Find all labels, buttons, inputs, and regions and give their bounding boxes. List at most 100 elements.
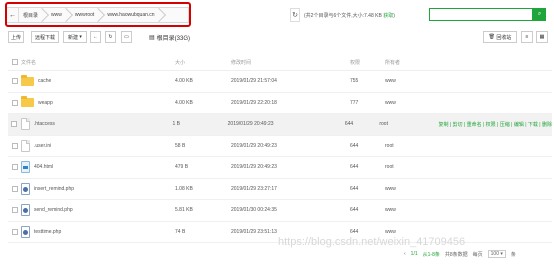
file-icon	[21, 139, 30, 152]
per-page-label: 每页	[472, 251, 483, 258]
row-actions[interactable]: 复制 | 剪切 | 重命名 | 权限 | 压缩 | 编辑 | 下载 | 删除	[438, 121, 552, 128]
upload-button[interactable]: 上传	[8, 31, 24, 43]
file-name[interactable]: .htaccess	[34, 121, 55, 127]
file-perm: 755	[350, 78, 359, 85]
row-checkbox[interactable]	[11, 207, 18, 214]
php-file-icon	[21, 182, 30, 195]
file-mtime: 2019/01/29 20:49:23	[231, 142, 277, 149]
row-checkbox[interactable]	[11, 164, 18, 171]
table-row[interactable]: .htaccess 1 B 2019/01/29 20:49:23 644 ro…	[8, 114, 552, 136]
total-count: 共8条数据	[444, 251, 468, 258]
file-owner: www	[385, 99, 396, 106]
file-perm: 644	[344, 121, 354, 128]
file-mtime: 2019/01/29 22:20:18	[231, 99, 277, 106]
directory-summary: (共2个目录与6个文件,大小:7.48 KB 获取)	[304, 13, 395, 19]
row-checkbox[interactable]	[11, 99, 18, 106]
php-file-icon	[21, 204, 30, 217]
search-input[interactable]	[429, 8, 533, 21]
highlight-box	[5, 2, 191, 27]
pagination: ‹ 1/1 从1-8条 共8条数据 每页 100 ▾ 条	[404, 249, 516, 259]
file-owner: www	[385, 185, 396, 192]
recycle-bin-button[interactable]: 🗑 回收站	[483, 31, 517, 43]
refresh-list-icon[interactable]: ↻	[105, 31, 116, 43]
file-mtime: 2019/01/29 20:49:23	[231, 164, 277, 171]
table-row[interactable]: .user.ini 58 B 2019/01/29 20:49:23 644 r…	[8, 136, 552, 157]
row-checkbox[interactable]	[11, 121, 18, 128]
column-perm[interactable]: 权限	[350, 59, 385, 66]
file-owner: root	[385, 164, 394, 171]
new-label: 新建	[68, 34, 79, 41]
chevron-down-icon: ▾	[78, 34, 82, 40]
file-owner: root	[385, 142, 394, 149]
file-name[interactable]: 404.html	[34, 164, 53, 170]
column-name[interactable]: 文件名	[21, 59, 175, 66]
file-owner: www	[385, 78, 396, 85]
new-dropdown-button[interactable]: 新建 ▾	[63, 31, 87, 43]
file-size: 5.81 KB	[175, 207, 193, 214]
get-size-link[interactable]: 获取	[383, 13, 393, 19]
per-page-unit: 条	[510, 251, 516, 258]
table-row[interactable]: 404.html 479 B 2019/01/29 20:49:23 644 r…	[8, 157, 552, 179]
row-checkbox[interactable]	[11, 228, 18, 235]
row-checkbox[interactable]	[11, 78, 18, 85]
file-size: 479 B	[175, 164, 189, 171]
disk-icon: ▤	[149, 35, 155, 41]
file-name[interactable]: send_remind.php	[34, 207, 73, 213]
file-size: 1.08 KB	[175, 185, 193, 192]
disk-info[interactable]: ▤ 根目录(33G)	[149, 33, 190, 42]
column-size[interactable]: 大小	[175, 59, 231, 66]
chevron-down-icon: ▾	[499, 251, 503, 257]
watermark: https://blog.csdn.net/weixin_41709456	[278, 236, 466, 248]
file-perm: 644	[350, 207, 359, 214]
select-all-checkbox[interactable]	[11, 59, 18, 65]
row-checkbox[interactable]	[11, 185, 18, 192]
file-name[interactable]: testtime.php	[34, 229, 61, 235]
file-name[interactable]: weapp	[38, 100, 53, 106]
per-page-select[interactable]: 100 ▾	[487, 250, 506, 258]
file-mtime: 2019/01/30 00:24:35	[231, 207, 277, 214]
html-file-icon	[21, 161, 30, 174]
table-header: 文件名 大小 修改时间 权限 所有者	[8, 54, 552, 71]
prev-page-icon[interactable]: ‹	[404, 251, 406, 257]
refresh-icon[interactable]: ↻	[290, 8, 300, 22]
file-size: 4.00 KB	[175, 78, 193, 85]
file-icon	[20, 118, 30, 131]
table-row[interactable]: weapp 4.00 KB 2019/01/29 22:20:18 777 ww…	[8, 93, 552, 114]
folder-icon	[21, 74, 34, 86]
file-size: 1 B	[172, 121, 181, 128]
file-mtime: 2019/01/29 21:57:04	[231, 78, 277, 85]
row-checkbox[interactable]	[11, 142, 18, 149]
per-page-value: 100	[490, 251, 499, 257]
trash-icon: 🗑	[488, 34, 497, 40]
file-owner: www	[385, 228, 396, 235]
terminal-icon[interactable]: ▭	[121, 31, 132, 43]
back-icon[interactable]: ←	[90, 31, 101, 43]
file-owner: root	[379, 121, 388, 128]
page-range: 从1-8条	[422, 251, 440, 258]
file-name[interactable]: .user.ini	[34, 143, 51, 149]
search-icon[interactable]: ⌕	[533, 8, 546, 21]
file-size: 58 B	[175, 142, 186, 149]
table-row[interactable]: cache 4.00 KB 2019/01/29 21:57:04 755 ww…	[8, 71, 552, 93]
file-mtime: 2019/01/29 23:51:13	[231, 228, 277, 235]
table-row[interactable]: insert_remind.php 1.08 KB 2019/01/29 23:…	[8, 179, 552, 200]
php-file-icon	[21, 225, 30, 238]
file-perm: 644	[350, 228, 359, 235]
file-name[interactable]: cache	[38, 78, 51, 84]
summary-text: 共2个目录与6个文件,大小:7.48 KB	[305, 13, 382, 19]
remote-download-button[interactable]: 远程下载	[31, 31, 59, 43]
column-owner[interactable]: 所有者	[385, 59, 445, 66]
file-mtime: 2019/01/29 20:49:23	[227, 121, 274, 128]
column-mtime[interactable]: 修改时间	[231, 59, 350, 66]
table-row[interactable]: send_remind.php 5.81 KB 2019/01/30 00:24…	[8, 200, 552, 222]
grid-view-icon[interactable]: ▦	[536, 31, 548, 43]
file-perm: 777	[350, 99, 359, 106]
file-mtime: 2019/01/29 23:27:17	[231, 185, 277, 192]
file-owner: www	[385, 207, 396, 214]
file-name[interactable]: insert_remind.php	[34, 186, 74, 192]
current-page: 1/1	[410, 251, 418, 257]
file-perm: 644	[350, 164, 359, 171]
toolbar: 上传 远程下载 新建 ▾ ← ↻ ▭ ▤ 根目录(33G) 🗑 回收站 ≡ ▦	[8, 31, 548, 45]
file-size: 74 B	[175, 228, 186, 235]
list-view-icon[interactable]: ≡	[521, 31, 533, 43]
